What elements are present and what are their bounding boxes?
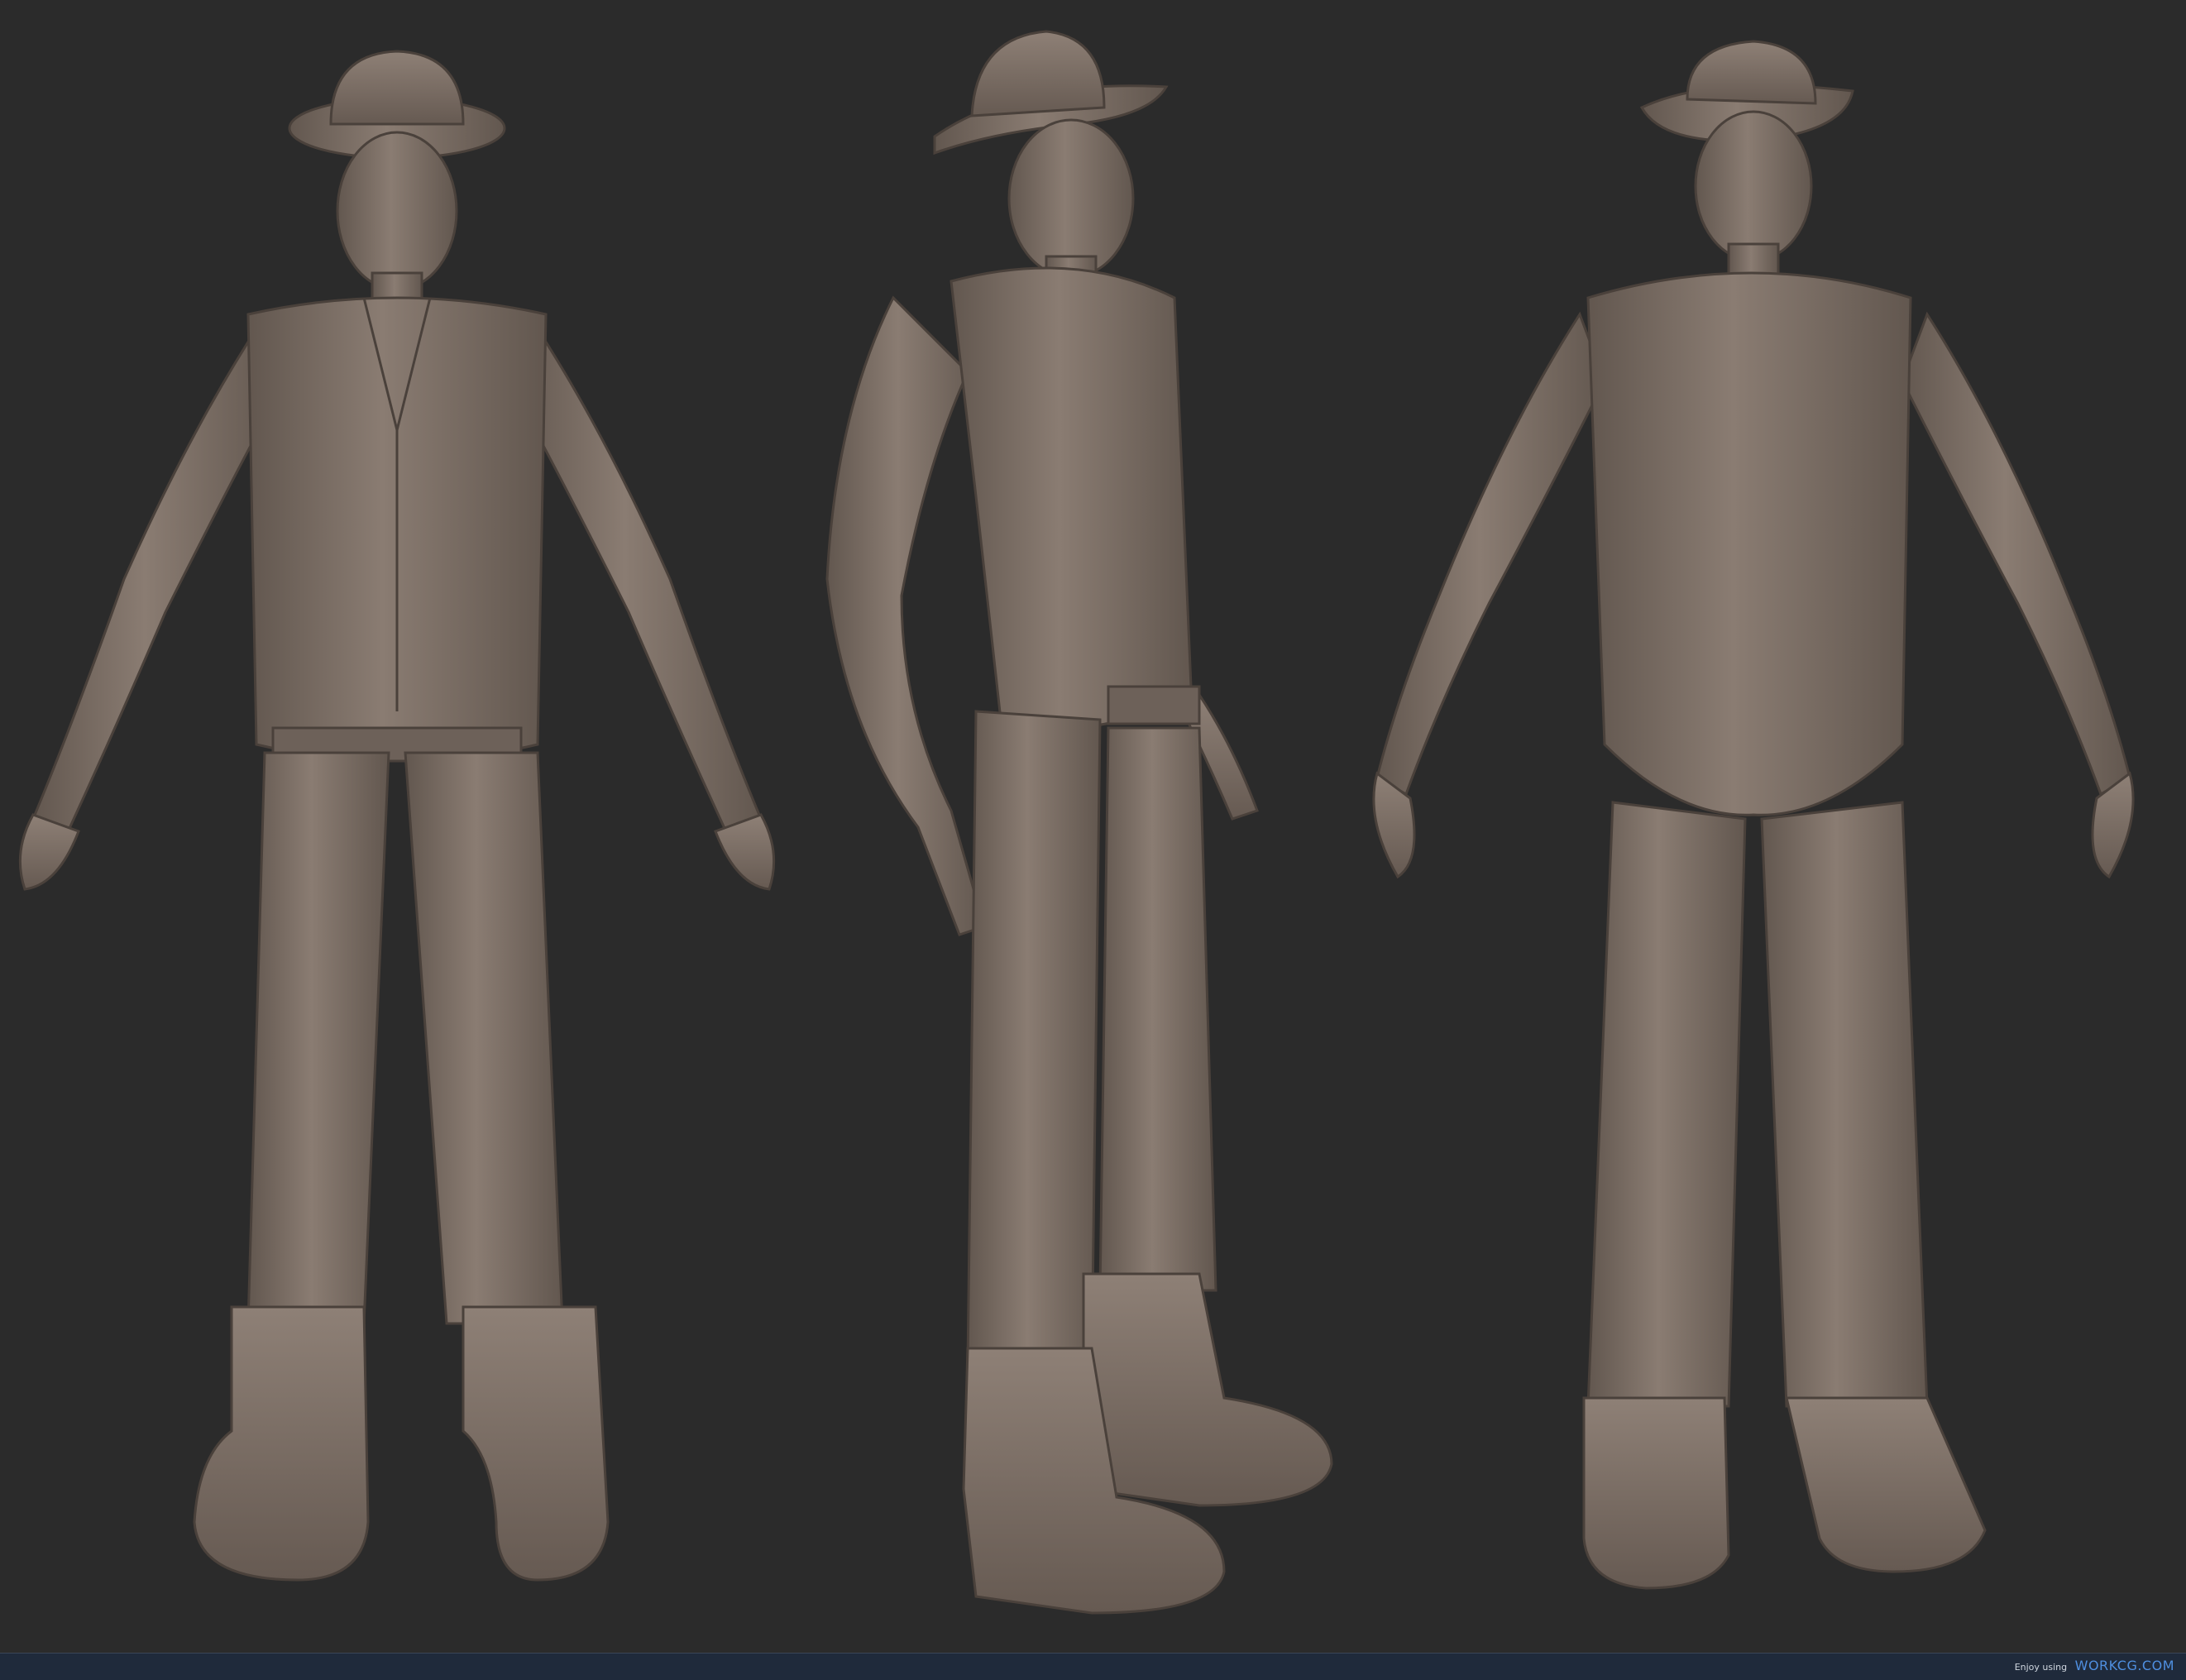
back-view-figure <box>1372 40 2135 1590</box>
back-left-leg <box>1586 801 1747 1408</box>
side-near-leg <box>966 710 1102 1366</box>
front-right-arm <box>511 319 763 838</box>
back-left-boot <box>1582 1396 1730 1590</box>
side-far-leg <box>1098 726 1217 1292</box>
side-hat-crown <box>970 30 1106 117</box>
front-left-arm <box>31 319 283 838</box>
back-right-leg <box>1760 801 1929 1408</box>
side-view-figure <box>825 30 1333 1615</box>
side-arm <box>825 295 986 936</box>
footer-bar: Enjoy using WORKCG.COM <box>0 1653 2186 1680</box>
back-head <box>1694 110 1813 262</box>
footer-brand-link[interactable]: WORKCG.COM <box>2075 1658 2174 1673</box>
footer-credit: Enjoy using WORKCG.COM <box>2015 1658 2174 1673</box>
back-hat-crown <box>1686 40 1817 105</box>
footer-enjoy-text: Enjoy using <box>2014 1662 2068 1673</box>
front-head <box>336 131 458 291</box>
front-hat-crown <box>329 50 465 126</box>
front-view-figure <box>18 50 776 1582</box>
front-left-leg <box>246 751 390 1325</box>
front-right-boot <box>462 1305 610 1582</box>
side-far-boot <box>1082 1272 1333 1507</box>
sculpt-viewport <box>0 0 2186 1653</box>
side-belt <box>1107 685 1201 725</box>
front-left-boot <box>193 1305 370 1582</box>
side-torso-vest <box>949 266 1193 729</box>
back-torso-vest <box>1586 271 1912 816</box>
front-right-leg <box>404 751 564 1325</box>
back-right-boot <box>1785 1396 1987 1573</box>
character-turnaround <box>18 30 2135 1615</box>
back-right-arm <box>1901 311 2131 797</box>
side-head <box>1007 118 1135 279</box>
back-left-arm <box>1375 311 1606 797</box>
